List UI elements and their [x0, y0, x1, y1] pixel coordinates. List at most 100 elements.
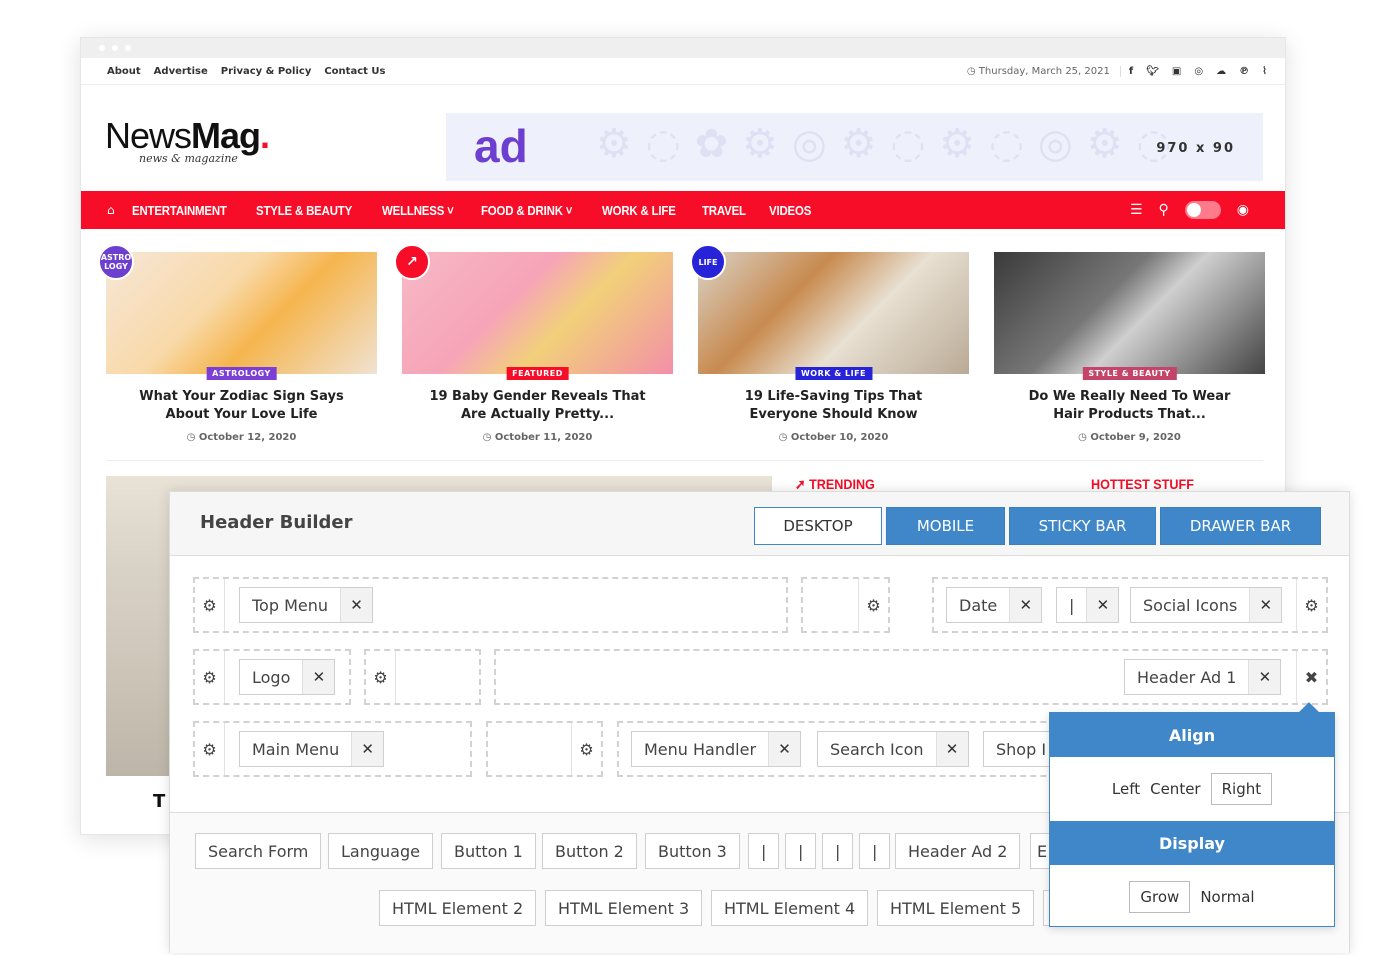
tray-chip-html-element-5[interactable]: HTML Element 5	[877, 890, 1035, 926]
post-image[interactable]: LIFE WORK & LIFE	[690, 244, 969, 380]
nav-entertainment[interactable]: ENTERTAINMENT	[132, 203, 227, 218]
nav-travel[interactable]: TRAVEL	[702, 203, 746, 218]
row3-left-slot[interactable]: ⚙ Main Menu ✕	[193, 721, 472, 777]
align-center-option[interactable]: Center	[1150, 780, 1201, 798]
tray-chip-button-3[interactable]: Button 3	[645, 833, 740, 869]
close-icon[interactable]: ✕	[935, 732, 968, 766]
tray-chip-separator[interactable]: |	[859, 833, 891, 869]
row1-right-slot[interactable]: Date ✕ | ✕ Social Icons ✕ ⚙	[932, 577, 1328, 633]
element-chip[interactable]: Header Ad 1 ✕	[1124, 659, 1282, 695]
post-card[interactable]: LIFE WORK & LIFE 19 Life-Saving Tips Tha…	[690, 244, 969, 443]
post-image[interactable]: ASTRO LOGY ASTROLOGY	[98, 244, 377, 380]
top-link-contact[interactable]: Contact Us	[324, 66, 385, 77]
hamburger-icon[interactable]: ☰	[1130, 202, 1143, 218]
gear-icon[interactable]: ⚙	[858, 579, 888, 631]
youtube-icon[interactable]: ▣	[1172, 66, 1181, 77]
post-title[interactable]: 19 Baby Gender Reveals That Are Actually…	[402, 388, 673, 424]
search-icon[interactable]: ⚲	[1159, 202, 1169, 218]
featured-title[interactable]: T	[153, 791, 165, 812]
tray-chip-separator[interactable]: |	[785, 833, 817, 869]
gear-icon[interactable]: ⚙	[195, 651, 225, 703]
close-icon[interactable]: ✖	[1296, 651, 1326, 703]
category-label[interactable]: STYLE & BEAUTY	[1082, 367, 1177, 380]
gear-icon[interactable]: ⚙	[1296, 579, 1326, 631]
tab-sticky-bar[interactable]: STICKY BAR	[1009, 507, 1156, 545]
align-left-option[interactable]: Left	[1112, 780, 1140, 798]
row3-center-slot[interactable]: ⚙	[486, 721, 603, 777]
top-link-privacy[interactable]: Privacy & Policy	[221, 66, 312, 77]
row2-center-slot[interactable]: ⚙	[364, 649, 481, 705]
row2-right-slot[interactable]: Header Ad 1 ✕ ✖	[494, 649, 1328, 705]
twitter-icon[interactable]: 🐦︎	[1146, 66, 1159, 77]
header-ad-banner[interactable]: ⚙ ◌ ✿ ⚙ ◎ ⚙ ◌ ⚙ ◌ ◎ ⚙ ◌ ad 970 x 90	[446, 113, 1263, 181]
row2-left-slot[interactable]: ⚙ Logo ✕	[193, 649, 351, 705]
nav-wellness[interactable]: WELLNESS ˅	[382, 203, 454, 218]
close-icon[interactable]: ✕	[302, 660, 335, 694]
display-normal-option[interactable]: Normal	[1200, 888, 1254, 906]
gear-icon[interactable]: ⚙	[571, 723, 601, 775]
tab-desktop[interactable]: DESKTOP	[754, 507, 882, 545]
category-label[interactable]: WORK & LIFE	[794, 367, 873, 380]
tray-chip-search-form[interactable]: Search Form	[195, 833, 322, 869]
post-card[interactable]: ↗ FEATURED 19 Baby Gender Reveals That A…	[394, 244, 673, 443]
home-icon[interactable]: ⌂	[107, 203, 115, 217]
site-logo[interactable]: NewsMag. news & magazine	[105, 115, 270, 165]
row1-left-slot[interactable]: ⚙ Top Menu ✕	[193, 577, 788, 633]
tray-chip-html-element-4[interactable]: HTML Element 4	[711, 890, 869, 926]
tab-drawer-bar[interactable]: DRAWER BAR	[1160, 507, 1321, 545]
close-icon[interactable]: ✕	[768, 732, 801, 766]
post-image[interactable]: ↗ FEATURED	[394, 244, 673, 380]
gear-icon[interactable]: ⚙	[195, 723, 225, 775]
tray-chip-html-element-2[interactable]: HTML Element 2	[379, 890, 537, 926]
top-link-advertise[interactable]: Advertise	[154, 66, 208, 77]
nav-food-drink[interactable]: FOOD & DRINK ˅	[481, 203, 572, 218]
nav-videos[interactable]: VIDEOS	[769, 203, 811, 218]
tray-chip-header-ad-2[interactable]: Header Ad 2	[895, 833, 1021, 869]
element-chip[interactable]: | ✕	[1056, 587, 1120, 623]
element-chip[interactable]: Social Icons ✕	[1130, 587, 1283, 623]
category-label[interactable]: ASTROLOGY	[206, 367, 277, 380]
element-chip[interactable]: Shop I	[983, 731, 1060, 767]
display-grow-option[interactable]: Grow	[1129, 881, 1191, 913]
post-title[interactable]: Do We Really Need To Wear Hair Products …	[994, 388, 1265, 424]
gear-icon[interactable]: ⚙	[195, 579, 225, 631]
gear-icon[interactable]: ⚙	[366, 651, 396, 703]
close-icon[interactable]: ✕	[1248, 660, 1281, 694]
close-icon[interactable]: ✕	[1009, 588, 1042, 622]
element-chip[interactable]: Top Menu ✕	[239, 587, 374, 623]
instagram-icon[interactable]: ◎	[1194, 66, 1203, 77]
dark-mode-toggle[interactable]	[1184, 201, 1221, 219]
element-chip[interactable]: Menu Handler ✕	[631, 731, 802, 767]
close-icon[interactable]: ✕	[340, 588, 373, 622]
row1-center-slot[interactable]: ⚙	[801, 577, 890, 633]
element-chip[interactable]: Main Menu ✕	[239, 731, 385, 767]
close-icon[interactable]: ✕	[1249, 588, 1282, 622]
tray-chip-html-element-3[interactable]: HTML Element 3	[545, 890, 703, 926]
close-icon[interactable]: ✕	[351, 732, 384, 766]
post-card[interactable]: STYLE & BEAUTY Do We Really Need To Wear…	[994, 252, 1265, 443]
tray-chip-separator[interactable]: |	[748, 833, 780, 869]
tray-chip-language[interactable]: Language	[328, 833, 433, 869]
user-icon[interactable]: ◉	[1237, 202, 1249, 218]
tray-chip-button-1[interactable]: Button 1	[441, 833, 536, 869]
element-chip[interactable]: Search Icon ✕	[817, 731, 969, 767]
pinterest-icon[interactable]: ℗	[1239, 66, 1249, 77]
element-chip[interactable]: Logo ✕	[239, 659, 336, 695]
rss-icon[interactable]: ⌇	[1262, 66, 1267, 77]
post-title[interactable]: 19 Life-Saving Tips That Everyone Should…	[698, 388, 969, 424]
element-chip[interactable]: Date ✕	[946, 587, 1043, 623]
tray-chip-separator[interactable]: |	[822, 833, 854, 869]
post-card[interactable]: ASTRO LOGY ASTROLOGY What Your Zodiac Si…	[98, 244, 377, 443]
post-title[interactable]: What Your Zodiac Sign Says About Your Lo…	[106, 388, 377, 424]
tray-chip-button-2[interactable]: Button 2	[542, 833, 637, 869]
facebook-icon[interactable]: f	[1129, 66, 1133, 77]
close-icon[interactable]: ✕	[1086, 588, 1119, 622]
tab-mobile[interactable]: MOBILE	[886, 507, 1005, 545]
nav-style-beauty[interactable]: STYLE & BEAUTY	[256, 203, 352, 218]
top-link-about[interactable]: About	[107, 66, 141, 77]
category-label[interactable]: FEATURED	[506, 367, 569, 380]
soundcloud-icon[interactable]: ☁	[1216, 66, 1226, 77]
nav-work-life[interactable]: WORK & LIFE	[602, 203, 676, 218]
post-image[interactable]: STYLE & BEAUTY	[994, 252, 1265, 380]
align-right-option[interactable]: Right	[1210, 773, 1273, 805]
